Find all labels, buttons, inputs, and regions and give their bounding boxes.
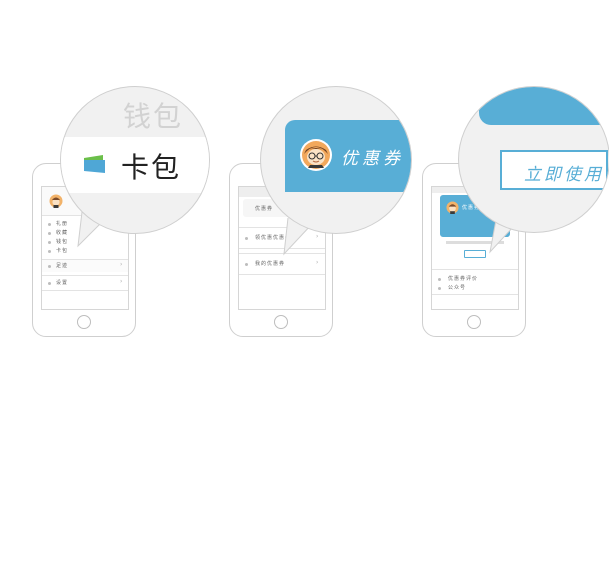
coupon-banner <box>479 87 609 125</box>
list-bullet <box>48 265 51 268</box>
chevron-right-icon: › <box>316 233 319 240</box>
zoom-bubble-coupon: 优惠券 <box>260 86 412 234</box>
chevron-right-icon: › <box>120 278 123 285</box>
list-item[interactable]: 优惠券评价 <box>448 275 478 282</box>
faded-label: 钱包 <box>123 100 184 133</box>
use-now-button[interactable]: 立即使用 <box>500 150 608 190</box>
list-bullet <box>245 263 248 266</box>
chevron-right-icon: › <box>316 259 319 266</box>
zoom-bubble-wallet: 钱包 卡包 <box>60 86 210 234</box>
section-divider: 优惠券评价 公众号 <box>432 269 518 295</box>
menu-item[interactable]: 卡包 <box>56 247 68 254</box>
zoom-bubble-use: 立即使用 <box>458 86 609 233</box>
use-now-label: 立即使用 <box>524 165 604 185</box>
coupon-banner-label: 优惠券 <box>341 149 404 169</box>
list-bullet <box>48 223 51 226</box>
list-bullet <box>48 250 51 253</box>
menu-item[interactable]: 钱包 <box>56 238 68 245</box>
coupon-header-label: 优惠券 <box>255 206 274 212</box>
section-divider: 足迹 › <box>42 259 128 272</box>
avatar-icon <box>300 139 332 171</box>
menu-item[interactable]: 收藏 <box>56 229 68 236</box>
list-bullet <box>48 232 51 235</box>
list-bullet <box>48 282 51 285</box>
list-bullet <box>245 237 248 240</box>
coupon-banner[interactable]: 优惠券 <box>285 120 411 192</box>
home-button[interactable] <box>274 315 288 329</box>
list-item[interactable]: 公众号 <box>448 284 466 291</box>
list-row[interactable]: 我的优惠券 › <box>239 253 325 275</box>
card-label[interactable]: 卡包 <box>121 146 181 186</box>
list-bullet <box>48 241 51 244</box>
list-bullet <box>438 287 441 290</box>
home-button[interactable] <box>77 315 91 329</box>
use-now-mini-button[interactable] <box>464 250 486 258</box>
row-label: 我的优惠券 <box>255 261 286 267</box>
list-bullet <box>438 278 441 281</box>
chevron-right-icon: › <box>120 261 123 268</box>
section-divider: 设置 › <box>42 275 128 291</box>
menu-item[interactable]: 礼册 <box>56 220 68 227</box>
menu-item[interactable]: 设置 <box>56 279 68 286</box>
avatar-icon <box>446 201 459 214</box>
avatar-icon <box>49 194 63 208</box>
menu-item[interactable]: 足迹 <box>56 262 68 269</box>
wallet-card-icon <box>84 155 105 173</box>
home-button[interactable] <box>467 315 481 329</box>
highlight-row: 卡包 <box>61 137 209 193</box>
